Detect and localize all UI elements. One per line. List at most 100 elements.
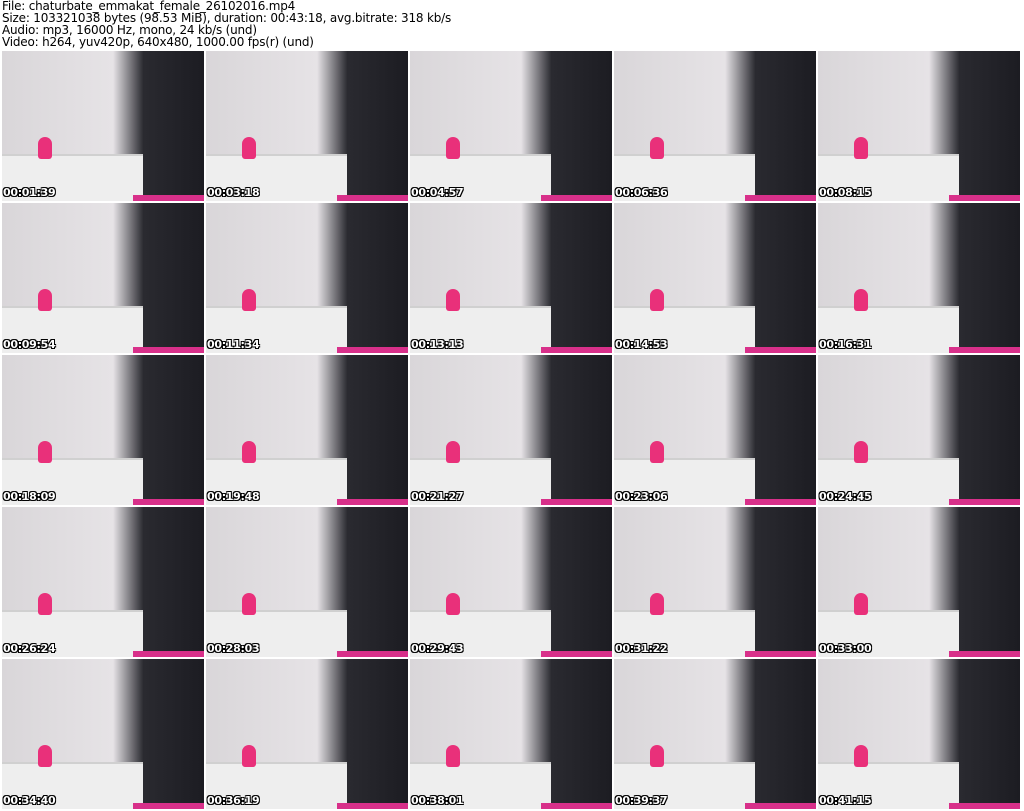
overlay-band — [949, 803, 1020, 809]
timestamp: 00:09:54 — [3, 338, 56, 351]
pink-object — [242, 441, 257, 463]
pink-object — [650, 441, 665, 463]
pink-object — [446, 441, 461, 463]
timestamp: 00:06:36 — [615, 186, 668, 199]
overlay-band — [337, 347, 408, 353]
pink-object — [446, 745, 461, 767]
overlay-band — [745, 651, 816, 657]
pink-object — [38, 289, 53, 311]
video-thumbnail[interactable]: 00:16:31 — [818, 203, 1020, 353]
overlay-band — [133, 347, 204, 353]
timestamp: 00:13:13 — [411, 338, 464, 351]
timestamp: 00:19:48 — [207, 490, 260, 503]
pink-object — [854, 137, 869, 159]
timestamp: 00:18:09 — [3, 490, 56, 503]
overlay-band — [541, 651, 612, 657]
video-thumbnail[interactable]: 00:28:03 — [206, 507, 408, 657]
video-thumbnail[interactable]: 00:18:09 — [2, 355, 204, 505]
pink-object — [854, 745, 869, 767]
timestamp: 00:38:01 — [411, 794, 464, 807]
video-thumbnail[interactable]: 00:01:39 — [2, 51, 204, 201]
timestamp: 00:16:31 — [819, 338, 872, 351]
pink-object — [446, 289, 461, 311]
timestamp: 00:34:40 — [3, 794, 56, 807]
video-thumbnail[interactable]: 00:36:19 — [206, 659, 408, 809]
timestamp: 00:24:45 — [819, 490, 872, 503]
video-thumbnail[interactable]: 00:31:22 — [614, 507, 816, 657]
video-thumbnail[interactable]: 00:03:18 — [206, 51, 408, 201]
overlay-band — [745, 499, 816, 505]
timestamp: 00:21:27 — [411, 490, 464, 503]
pink-object — [650, 137, 665, 159]
pink-object — [38, 137, 53, 159]
video-thumbnail[interactable]: 00:26:24 — [2, 507, 204, 657]
video-thumbnail[interactable]: 00:23:06 — [614, 355, 816, 505]
video-thumbnail[interactable]: 00:19:48 — [206, 355, 408, 505]
pink-object — [242, 137, 257, 159]
video-thumbnail[interactable]: 00:11:34 — [206, 203, 408, 353]
timestamp: 00:26:24 — [3, 642, 56, 655]
overlay-band — [949, 195, 1020, 201]
video-thumbnail[interactable]: 00:04:57 — [410, 51, 612, 201]
overlay-band — [541, 347, 612, 353]
timestamp: 00:41:15 — [819, 794, 872, 807]
pink-object — [650, 745, 665, 767]
pink-object — [854, 593, 869, 615]
video-thumbnail[interactable]: 00:14:53 — [614, 203, 816, 353]
overlay-band — [133, 803, 204, 809]
overlay-band — [949, 347, 1020, 353]
video-thumbnail[interactable]: 00:34:40 — [2, 659, 204, 809]
video-thumbnail[interactable]: 00:13:13 — [410, 203, 612, 353]
timestamp: 00:14:53 — [615, 338, 668, 351]
timestamp: 00:11:34 — [207, 338, 260, 351]
overlay-band — [337, 651, 408, 657]
pink-object — [38, 441, 53, 463]
pink-object — [650, 289, 665, 311]
timestamp: 00:03:18 — [207, 186, 260, 199]
pink-object — [446, 137, 461, 159]
timestamp: 00:23:06 — [615, 490, 668, 503]
timestamp: 00:08:15 — [819, 186, 872, 199]
timestamp: 00:28:03 — [207, 642, 260, 655]
pink-object — [38, 745, 53, 767]
pink-object — [38, 593, 53, 615]
pink-object — [446, 593, 461, 615]
pink-object — [854, 289, 869, 311]
timestamp: 00:01:39 — [3, 186, 56, 199]
timestamp: 00:31:22 — [615, 642, 668, 655]
overlay-band — [949, 499, 1020, 505]
video-info: Video: h264, yuv420p, 640x480, 1000.00 f… — [2, 35, 314, 49]
overlay-band — [337, 195, 408, 201]
video-thumbnail[interactable]: 00:09:54 — [2, 203, 204, 353]
video-thumbnail[interactable]: 00:06:36 — [614, 51, 816, 201]
pink-object — [242, 289, 257, 311]
video-thumbnail[interactable]: 00:33:00 — [818, 507, 1020, 657]
video-thumbnail[interactable]: 00:24:45 — [818, 355, 1020, 505]
pink-object — [242, 745, 257, 767]
file-info-header: File: chaturbate_emmakat_female_26102016… — [2, 0, 451, 48]
overlay-band — [133, 195, 204, 201]
pink-object — [650, 593, 665, 615]
overlay-band — [337, 803, 408, 809]
timestamp: 00:33:00 — [819, 642, 872, 655]
overlay-band — [949, 651, 1020, 657]
overlay-band — [541, 803, 612, 809]
overlay-band — [745, 803, 816, 809]
video-thumbnail[interactable]: 00:08:15 — [818, 51, 1020, 201]
overlay-band — [133, 651, 204, 657]
timestamp: 00:36:19 — [207, 794, 260, 807]
video-thumbnail[interactable]: 00:41:15 — [818, 659, 1020, 809]
video-thumbnail[interactable]: 00:39:37 — [614, 659, 816, 809]
timestamp: 00:39:37 — [615, 794, 668, 807]
timestamp: 00:04:57 — [411, 186, 464, 199]
overlay-band — [541, 195, 612, 201]
timestamp: 00:29:43 — [411, 642, 464, 655]
thumbnail-grid: 00:01:39 00:03:18 00:04:57 00:06:36 00:08:15… — [2, 51, 1020, 809]
pink-object — [854, 441, 869, 463]
pink-object — [242, 593, 257, 615]
video-thumbnail[interactable]: 00:29:43 — [410, 507, 612, 657]
overlay-band — [745, 195, 816, 201]
video-thumbnail[interactable]: 00:21:27 — [410, 355, 612, 505]
overlay-band — [337, 499, 408, 505]
video-thumbnail[interactable]: 00:38:01 — [410, 659, 612, 809]
